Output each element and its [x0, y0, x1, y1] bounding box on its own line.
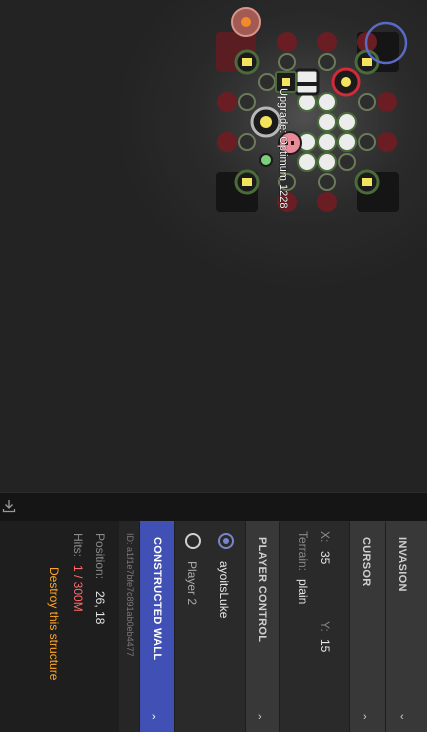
game-map[interactable]: Upgrade: Optimum 1228 [0, 0, 427, 492]
player-control-header[interactable]: PLAYER CONTROL › [246, 521, 279, 732]
cursor-panel-body: X: 35 Y: 15 Terrain: plain [280, 521, 349, 732]
y-label: Y: [318, 621, 332, 632]
player-control-title: PLAYER CONTROL [256, 537, 268, 643]
structure-id-strip: ID: a1f1e7bfe7c891ab0eb4477 [119, 521, 139, 732]
position-value: 26, 18 [93, 591, 107, 625]
upgrade-tooltip: Upgrade: Optimum 1228 [277, 88, 290, 209]
terrain-label: Terrain: [296, 531, 310, 572]
link-node [259, 153, 273, 167]
destroy-structure-button[interactable]: Destroy this structure [47, 567, 61, 680]
y-value: 15 [318, 639, 332, 653]
structure-panel-header[interactable]: CONSTRUCTED WALL › [140, 521, 174, 732]
map-toolbar [0, 492, 427, 522]
position-label: Position: [93, 533, 107, 580]
x-value: 35 [318, 551, 332, 565]
player-radio[interactable] [185, 533, 201, 549]
player-name: ayoitsLuke [217, 561, 231, 619]
chevron-right-icon[interactable]: › [152, 711, 156, 723]
structure-title: CONSTRUCTED WALL [151, 537, 163, 661]
hits-value: 1 / 300M [71, 565, 85, 612]
svg-text:Upgrade: Optimum 1228: Upgrade: Optimum 1228 [277, 88, 289, 208]
structure-id: ID: a1f1e7bfe7c891ab0eb4477 [125, 533, 135, 657]
chevron-right-icon[interactable]: › [363, 711, 367, 723]
chevron-left-icon[interactable]: ‹ [400, 711, 404, 723]
invasion-title: INVASION [396, 537, 408, 592]
player-control-body: ayoitsLuke Player 2 [175, 521, 245, 732]
hits-label: Hits: [71, 533, 85, 557]
invasion-panel-header[interactable]: INVASION ‹ [386, 521, 427, 732]
player-radio-selected[interactable] [218, 533, 234, 549]
room-svg[interactable]: Upgrade: Optimum 1228 [0, 0, 427, 492]
cursor-panel-header[interactable]: CURSOR › [350, 521, 385, 732]
cursor-title: CURSOR [360, 537, 372, 587]
x-label: X: [318, 531, 332, 543]
chevron-right-icon[interactable]: › [258, 711, 262, 723]
terrain-value: plain [296, 579, 310, 605]
download-icon[interactable] [1, 498, 17, 514]
player-name: Player 2 [185, 561, 199, 606]
